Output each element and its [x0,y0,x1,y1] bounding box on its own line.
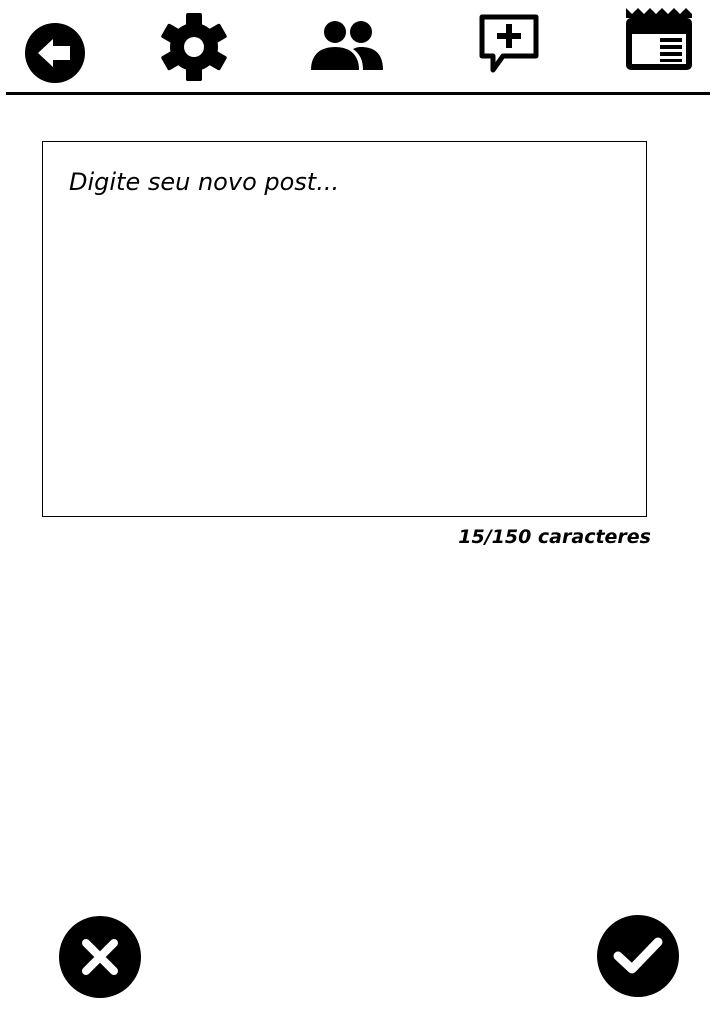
toolbar-divider [6,92,710,95]
check-icon [613,937,663,974]
settings-button[interactable] [160,12,228,82]
newspaper-icon [626,8,692,70]
character-counter: 15/150 caracteres [458,526,651,548]
feed-button[interactable] [624,4,694,72]
back-button[interactable] [24,22,86,84]
friends-button[interactable] [309,20,385,72]
confirm-button[interactable] [597,915,679,997]
post-editor [42,141,647,517]
back-arrow-icon [25,23,85,83]
top-toolbar [0,0,720,96]
new-post-button[interactable] [477,12,541,76]
gear-icon [161,13,227,81]
close-icon [82,939,118,975]
cancel-button[interactable] [59,916,141,998]
post-text-input[interactable] [43,142,646,516]
add-comment-icon [479,14,539,73]
people-icon [311,21,383,70]
